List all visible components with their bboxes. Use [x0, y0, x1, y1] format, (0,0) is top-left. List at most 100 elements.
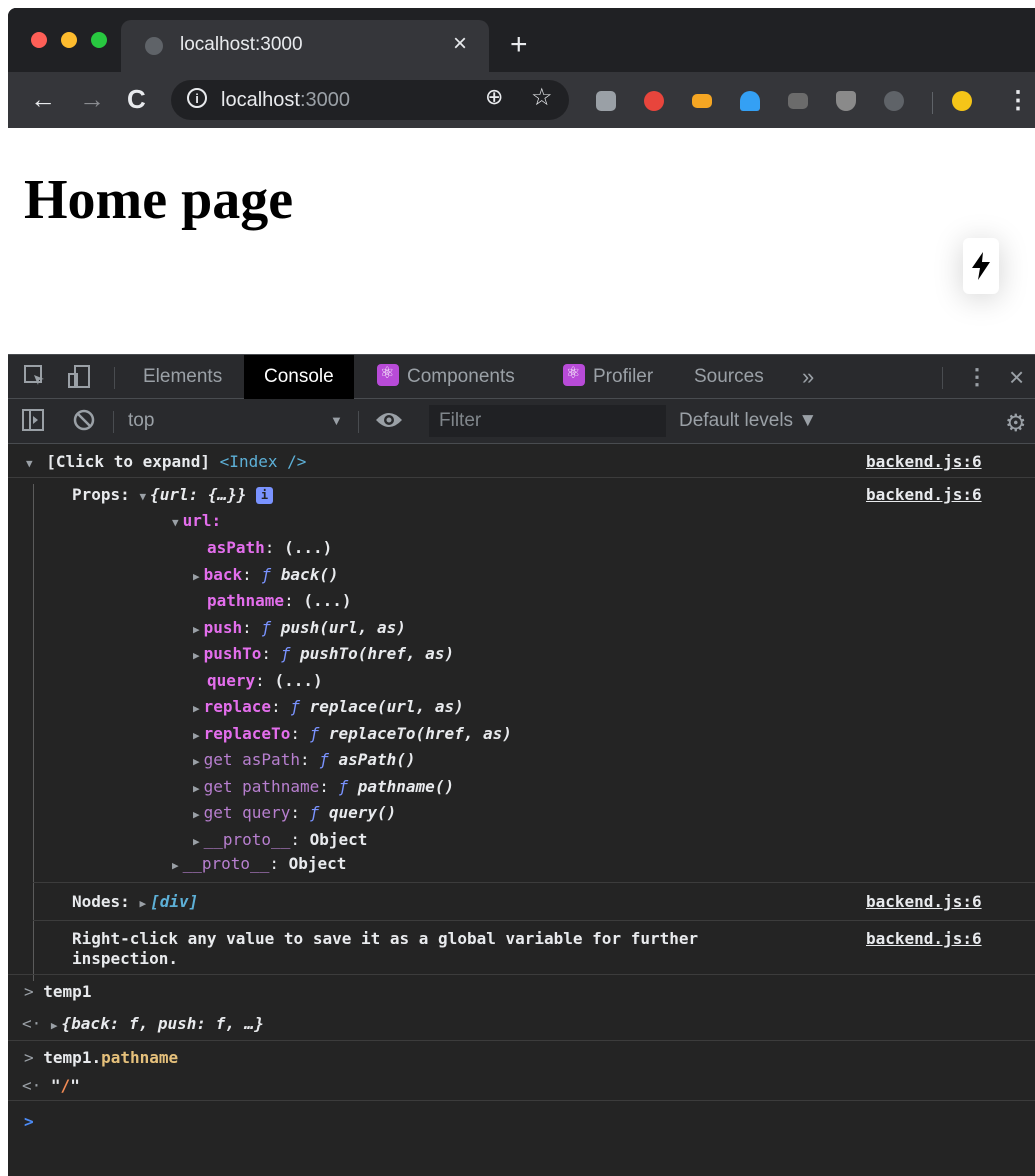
result-quote: " [70, 1076, 80, 1095]
hint-line-2: inspection. [72, 949, 178, 968]
filter-input[interactable] [429, 405, 666, 437]
tree-key: replace [203, 697, 272, 716]
reload-icon[interactable]: C [127, 82, 146, 116]
source-link[interactable]: backend.js:6 [866, 485, 982, 504]
bookmark-star-icon[interactable]: ☆ [531, 83, 553, 112]
context-selector[interactable]: top [128, 399, 154, 443]
function-icon: ƒ [261, 617, 281, 637]
devtools-separator [114, 367, 115, 389]
sidebar-toggle-icon[interactable] [22, 409, 44, 436]
source-link[interactable]: backend.js:6 [866, 929, 982, 948]
info-icon: i [256, 487, 274, 504]
ublock-extension-icon[interactable] [836, 91, 856, 111]
expand-arrow-icon[interactable]: ▶ [172, 859, 179, 872]
page-heading: Home page [24, 169, 294, 231]
tab-console[interactable]: Console [244, 355, 354, 399]
clear-console-icon[interactable] [73, 409, 95, 436]
tree-value: query() [328, 803, 397, 822]
expand-arrow-icon[interactable]: ▶ [193, 623, 200, 636]
tree-key: query [207, 670, 256, 690]
tree-value: replaceTo(href, as) [328, 723, 512, 743]
lazy-getter-value[interactable]: (...) [303, 591, 351, 610]
tree-key: pushTo [203, 644, 262, 663]
address-url[interactable]: localhost:3000 [221, 89, 350, 112]
minimize-window-button[interactable] [61, 32, 77, 48]
lazy-getter-value[interactable]: (...) [284, 538, 332, 557]
console-prompt[interactable]: > [8, 1112, 1035, 1172]
new-tab-button[interactable]: + [510, 30, 528, 60]
row-divider [33, 882, 1035, 883]
tab-components[interactable]: Components [377, 352, 515, 399]
function-icon: ƒ [309, 723, 329, 743]
tab-sources[interactable]: Sources [694, 355, 764, 399]
tree-key: asPath [207, 538, 265, 557]
tree-value: pushTo(href, as) [299, 644, 455, 663]
expand-arrow-icon[interactable]: ▼ [139, 490, 146, 503]
globe-icon [145, 37, 163, 55]
address-bar[interactable]: i localhost:3000 ⊕ ☆ [171, 80, 569, 120]
source-link[interactable]: backend.js:6 [866, 452, 982, 471]
browser-menu-icon[interactable]: ⋮ [1006, 86, 1030, 115]
expand-arrow-icon[interactable]: ▶ [193, 702, 200, 715]
close-devtools-icon[interactable]: × [1009, 355, 1024, 399]
pocket-extension-icon[interactable] [596, 91, 616, 111]
expand-arrow-icon[interactable]: ▼ [172, 516, 179, 529]
tree-value: Object [309, 829, 368, 849]
expand-arrow-icon[interactable]: ▶ [193, 755, 200, 768]
eye-icon[interactable] [375, 410, 403, 435]
more-tabs-icon[interactable]: » [802, 355, 814, 399]
wallet-extension-icon[interactable] [692, 94, 712, 108]
function-icon: ƒ [280, 644, 300, 663]
toolbar-separator [932, 92, 933, 114]
hint-line-1: Right-click any value to save it as a gl… [72, 929, 699, 948]
lazy-getter-value[interactable]: (...) [274, 671, 322, 690]
device-toolbar-icon[interactable] [68, 365, 92, 394]
profile-avatar[interactable] [952, 91, 972, 111]
expand-arrow-icon[interactable]: ▼ [26, 457, 33, 470]
ghostery-extension-icon[interactable] [740, 91, 760, 111]
log-levels-dropdown[interactable]: Default levels ▼ [679, 399, 817, 443]
expand-arrow-icon[interactable]: ▶ [51, 1019, 58, 1032]
url-port: :3000 [299, 89, 350, 111]
back-arrow-icon[interactable]: ← [30, 82, 56, 116]
info-extension-icon[interactable] [884, 91, 904, 111]
close-window-button[interactable] [31, 32, 47, 48]
lightning-bolt-button[interactable] [963, 238, 999, 294]
site-info-icon[interactable]: i [187, 88, 207, 108]
tab-close-icon[interactable]: × [453, 31, 467, 57]
input-caret-icon: > [24, 1112, 34, 1131]
expand-arrow-icon[interactable]: ▶ [193, 649, 200, 662]
forward-arrow-icon[interactable]: → [79, 82, 105, 116]
group-title: [Click to expand] [46, 452, 211, 471]
inspect-element-icon[interactable] [24, 365, 46, 392]
url-host: localhost [221, 89, 300, 111]
expand-arrow-icon[interactable]: ▶ [193, 782, 200, 795]
shield-extension-icon[interactable] [644, 91, 664, 111]
expand-arrow-icon[interactable]: ▶ [193, 570, 200, 583]
zoom-icon[interactable]: ⊕ [485, 84, 503, 110]
tab-elements[interactable]: Elements [143, 355, 222, 399]
row-divider [8, 974, 1035, 975]
browser-tab[interactable]: localhost:3000 × [121, 20, 489, 72]
expand-arrow-icon[interactable]: ▶ [193, 835, 200, 848]
devtools-menu-icon[interactable]: ⋮ [966, 355, 988, 399]
row-divider [8, 1100, 1035, 1101]
source-link[interactable]: backend.js:6 [866, 892, 982, 911]
console-output: ▼ [Click to expand] <Index /> backend.js… [8, 444, 1035, 1176]
tree-value: asPath() [338, 750, 416, 769]
context-dropdown-icon[interactable]: ▼ [330, 399, 343, 443]
group-indent-line [33, 484, 34, 981]
tab-profiler-label: Profiler [593, 366, 654, 387]
devtools-separator [942, 367, 943, 389]
maximize-window-button[interactable] [91, 32, 107, 48]
result-text: {back: f, push: f, …} [61, 1014, 264, 1033]
function-icon: ƒ [261, 564, 281, 584]
tree-value: pathname() [357, 776, 455, 796]
expand-arrow-icon[interactable]: ▶ [193, 729, 200, 742]
chip-extension-icon[interactable] [788, 93, 808, 109]
function-icon: ƒ [338, 776, 358, 796]
expand-arrow-icon[interactable]: ▶ [193, 808, 200, 821]
gear-icon[interactable]: ⚙ [1005, 409, 1027, 438]
tab-profiler[interactable]: Profiler [563, 352, 654, 399]
expand-arrow-icon[interactable]: ▶ [139, 897, 146, 910]
